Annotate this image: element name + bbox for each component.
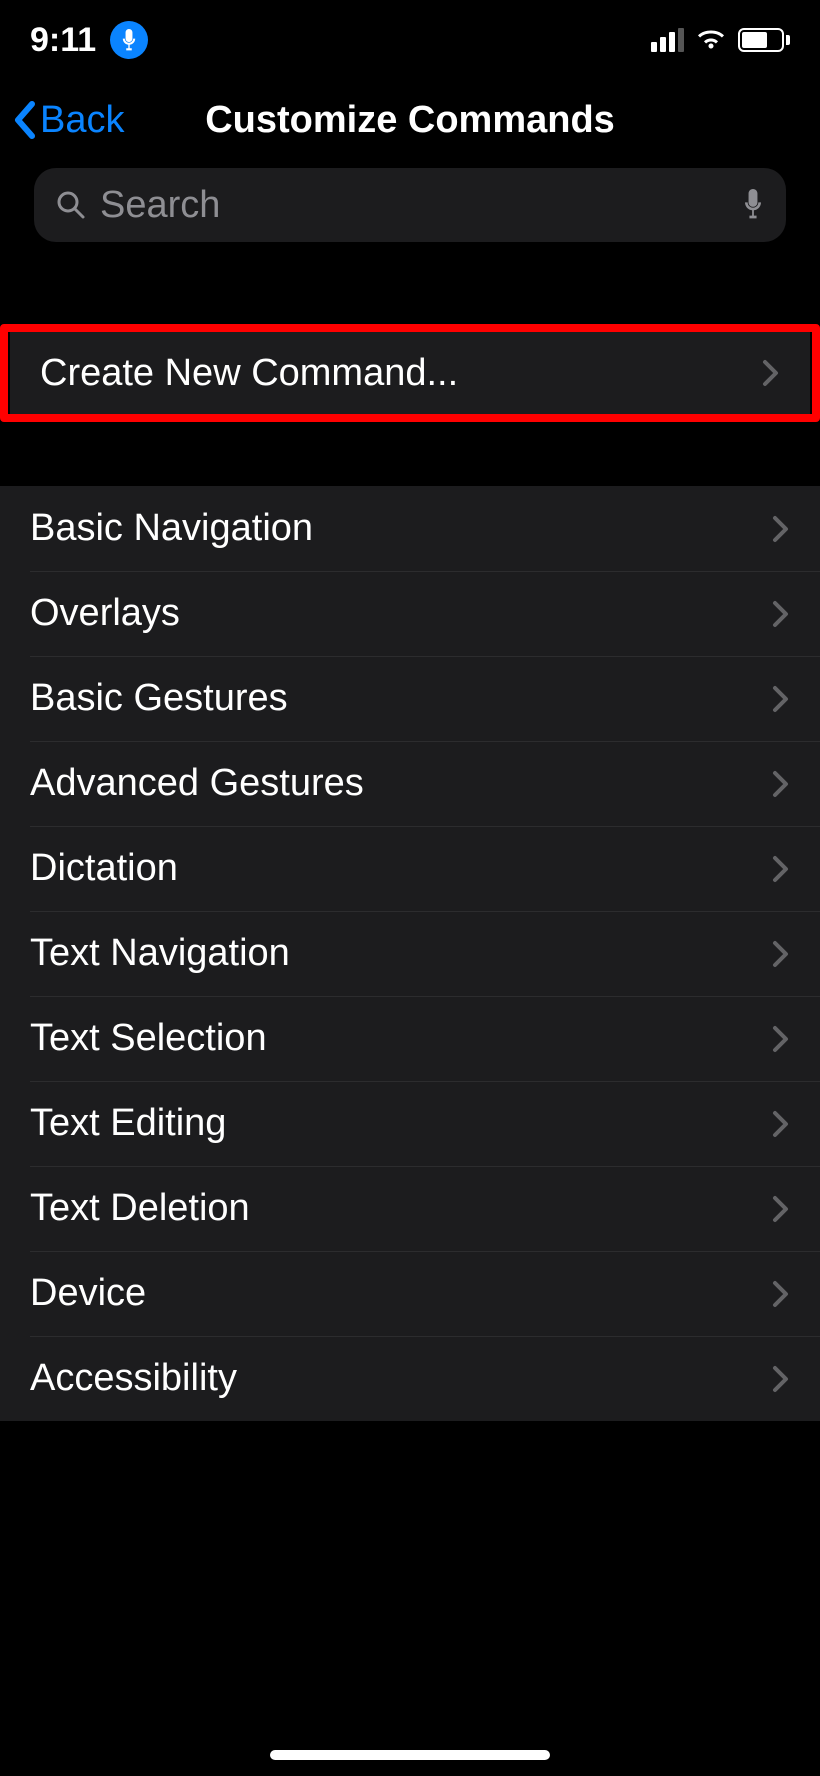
chevron-right-icon — [772, 940, 790, 968]
category-row-text-selection[interactable]: Text Selection — [0, 996, 820, 1081]
status-time: 9:11 — [30, 21, 96, 60]
create-new-command-row[interactable]: Create New Command... — [10, 330, 810, 416]
category-row-text-deletion[interactable]: Text Deletion — [0, 1166, 820, 1251]
category-row-text-editing[interactable]: Text Editing — [0, 1081, 820, 1166]
search-input[interactable] — [100, 184, 728, 227]
category-row-basic-navigation[interactable]: Basic Navigation — [0, 486, 820, 571]
battery-icon — [738, 28, 790, 52]
category-label: Text Editing — [30, 1102, 772, 1145]
chevron-right-icon — [772, 1280, 790, 1308]
category-label: Text Deletion — [30, 1187, 772, 1230]
category-row-overlays[interactable]: Overlays — [0, 571, 820, 656]
chevron-right-icon — [772, 1195, 790, 1223]
category-label: Device — [30, 1272, 772, 1315]
category-label: Text Selection — [30, 1017, 772, 1060]
chevron-right-icon — [772, 770, 790, 798]
category-label: Basic Navigation — [30, 507, 772, 550]
chevron-left-icon — [12, 100, 38, 140]
status-left: 9:11 — [30, 21, 148, 60]
category-row-device[interactable]: Device — [0, 1251, 820, 1336]
category-row-text-navigation[interactable]: Text Navigation — [0, 911, 820, 996]
home-indicator[interactable] — [270, 1750, 550, 1760]
status-right — [651, 28, 790, 52]
category-row-advanced-gestures[interactable]: Advanced Gestures — [0, 741, 820, 826]
voice-control-indicator[interactable] — [110, 21, 148, 59]
back-label: Back — [40, 99, 124, 142]
categories-list: Basic Navigation Overlays Basic Gestures… — [0, 486, 820, 1421]
create-new-command-label: Create New Command... — [40, 352, 762, 395]
chevron-right-icon — [772, 600, 790, 628]
cellular-signal-icon — [651, 28, 684, 52]
category-label: Overlays — [30, 592, 772, 635]
chevron-right-icon — [772, 1025, 790, 1053]
category-label: Accessibility — [30, 1357, 772, 1400]
microphone-icon — [120, 29, 138, 51]
chevron-right-icon — [772, 515, 790, 543]
create-command-highlight: Create New Command... — [0, 324, 820, 422]
search-container — [0, 160, 820, 260]
category-label: Advanced Gestures — [30, 762, 772, 805]
microphone-icon[interactable] — [742, 189, 764, 221]
category-row-accessibility[interactable]: Accessibility — [0, 1336, 820, 1421]
chevron-right-icon — [772, 1365, 790, 1393]
search-icon — [56, 190, 86, 220]
chevron-right-icon — [772, 855, 790, 883]
category-label: Basic Gestures — [30, 677, 772, 720]
category-row-basic-gestures[interactable]: Basic Gestures — [0, 656, 820, 741]
nav-bar: Back Customize Commands — [0, 80, 820, 160]
chevron-right-icon — [772, 1110, 790, 1138]
category-row-dictation[interactable]: Dictation — [0, 826, 820, 911]
status-bar: 9:11 — [0, 0, 820, 80]
chevron-right-icon — [772, 685, 790, 713]
category-label: Text Navigation — [30, 932, 772, 975]
chevron-right-icon — [762, 359, 780, 387]
category-label: Dictation — [30, 847, 772, 890]
wifi-icon — [696, 29, 726, 51]
back-button[interactable]: Back — [12, 99, 124, 142]
search-field[interactable] — [34, 168, 786, 242]
